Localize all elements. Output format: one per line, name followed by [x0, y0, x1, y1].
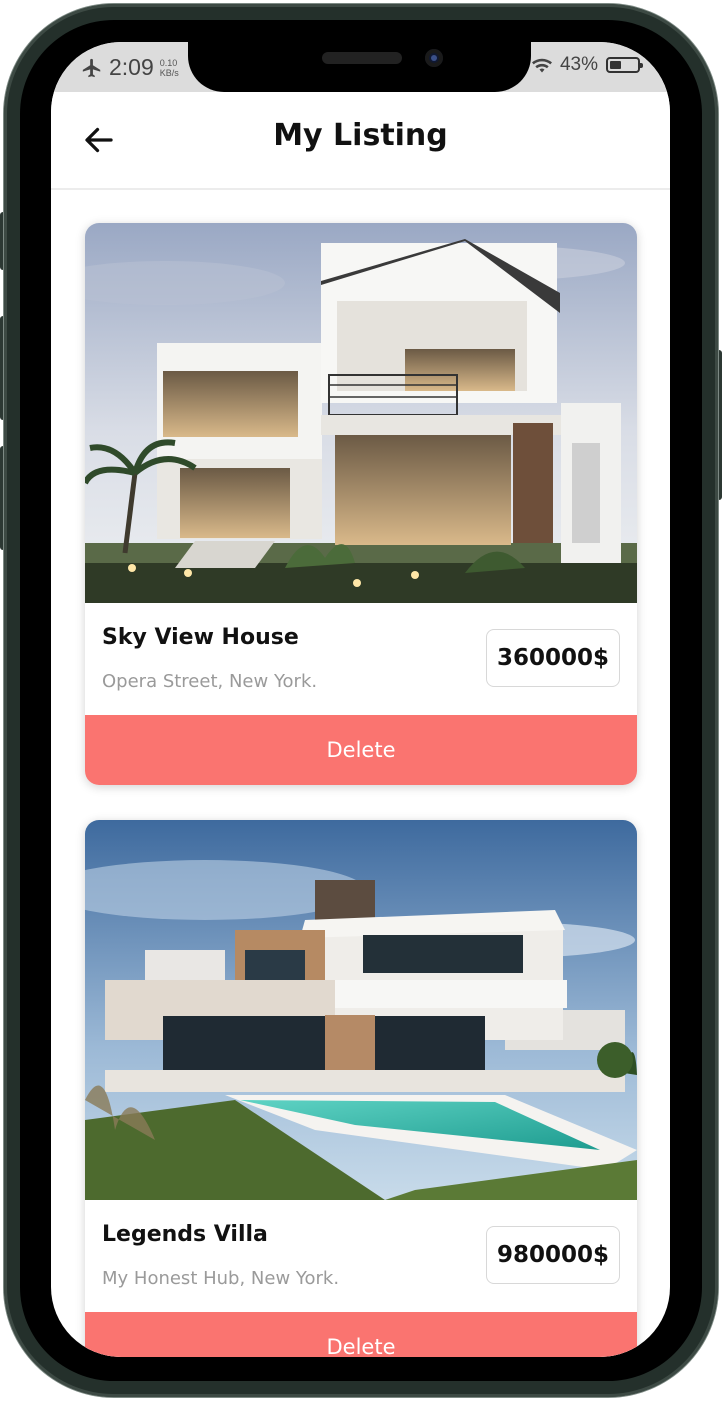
status-time: 2:09	[109, 54, 154, 80]
page-title: My Listing	[273, 118, 448, 153]
airplane-mode-icon	[82, 58, 101, 77]
delete-button[interactable]: Delete	[85, 715, 637, 785]
price-badge: 980000$	[485, 1226, 620, 1284]
listing-info: Legends Villa My Honest Hub, New York. 9…	[85, 1200, 637, 1312]
app-bar: My Listing	[51, 92, 670, 190]
listing-card[interactable]: Legends Villa My Honest Hub, New York. 9…	[85, 820, 637, 1357]
villa-photo	[85, 820, 637, 1200]
listing-address: Opera Street, New York.	[102, 671, 318, 692]
house-photo	[85, 223, 637, 603]
price-badge: 360000$	[485, 629, 620, 687]
battery-percent: 43%	[559, 54, 598, 75]
battery-icon	[606, 57, 643, 73]
notch	[188, 42, 531, 92]
listing-name: Sky View House	[102, 625, 299, 650]
screen: 2:09 0.10 KB/s 43% My Listing Sky View H…	[51, 42, 670, 1357]
wifi-icon	[531, 58, 552, 73]
delete-button[interactable]: Delete	[85, 1312, 637, 1357]
network-speed: 0.10 KB/s	[159, 57, 179, 78]
listing-name: Legends Villa	[102, 1222, 268, 1247]
front-camera	[425, 49, 443, 67]
listing-address: My Honest Hub, New York.	[102, 1268, 340, 1289]
listing-card[interactable]: Sky View House Opera Street, New York. 3…	[85, 223, 637, 785]
speaker	[322, 52, 402, 64]
listing-info: Sky View House Opera Street, New York. 3…	[85, 603, 637, 715]
